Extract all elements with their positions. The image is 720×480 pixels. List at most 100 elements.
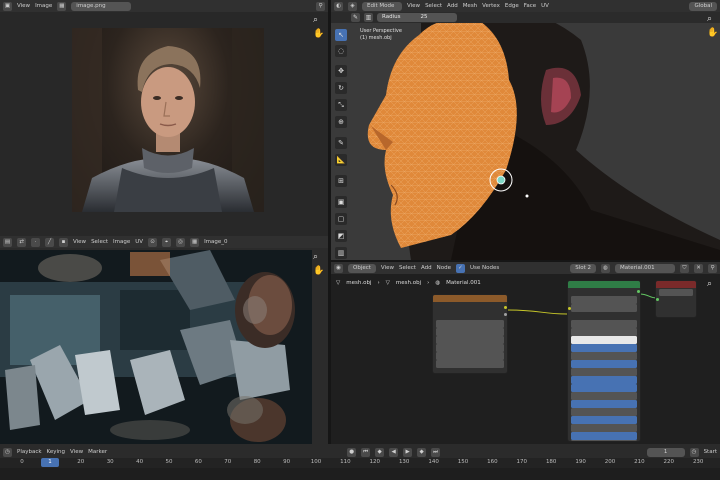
image-texture-node[interactable] xyxy=(432,294,508,374)
playhead-indicator[interactable]: 1 xyxy=(41,458,59,467)
timeline-menu-view[interactable]: View xyxy=(70,449,83,455)
select-tool-icon[interactable]: ↖ xyxy=(335,29,347,41)
next-key-icon[interactable]: ◆ xyxy=(417,447,427,457)
ior-field[interactable] xyxy=(571,440,637,441)
material-output-node[interactable] xyxy=(655,280,697,318)
bsdf-output-socket[interactable] xyxy=(637,290,640,293)
image-browse-icon[interactable]: ▦ xyxy=(57,1,67,11)
snap-icon[interactable]: ⌖ xyxy=(162,237,172,247)
image-name-field[interactable]: image.png xyxy=(71,1,132,11)
pivot-icon[interactable]: ⊙ xyxy=(148,237,158,247)
mode-icon[interactable]: ◈ xyxy=(348,1,357,11)
viewport-menu-view[interactable]: View xyxy=(407,3,420,9)
uv-image-browse-icon[interactable]: ▦ xyxy=(190,237,200,247)
viewport-menu-vertex[interactable]: Vertex xyxy=(482,3,500,9)
brush-icon[interactable]: ✎ xyxy=(351,13,360,22)
anisotropic-field[interactable] xyxy=(571,392,637,400)
principled-bsdf-node[interactable] xyxy=(567,280,641,442)
viewport-menu-uv[interactable]: UV xyxy=(541,3,549,9)
output-target-dropdown[interactable] xyxy=(659,288,693,296)
viewport-menu-edge[interactable]: Edge xyxy=(505,3,519,9)
bevel-tool-icon[interactable]: ◩ xyxy=(335,230,347,242)
timeline-menu-marker[interactable]: Marker xyxy=(88,449,107,455)
interpolation-dropdown[interactable] xyxy=(436,328,504,336)
loopcut-tool-icon[interactable]: ▥ xyxy=(335,247,347,259)
record-icon[interactable]: ● xyxy=(347,447,357,457)
edge-select-icon[interactable]: ╱ xyxy=(45,237,54,247)
viewport-zoom-icon[interactable]: ⌕ xyxy=(707,14,712,24)
mode-dropdown[interactable]: Edit Mode xyxy=(362,1,402,11)
uv-menu-view[interactable]: View xyxy=(73,239,86,245)
jump-end-icon[interactable]: ⏭ xyxy=(431,447,441,457)
surface-input-socket[interactable] xyxy=(656,298,659,301)
move-tool-icon[interactable]: ✥ xyxy=(335,65,347,77)
tool-hand-icon[interactable]: ✋ xyxy=(313,29,324,39)
menu-image[interactable]: Image xyxy=(35,3,52,9)
subsurface-field[interactable] xyxy=(571,320,637,328)
jump-start-icon[interactable]: ⏮ xyxy=(361,447,371,457)
viewport-menu-select[interactable]: Select xyxy=(425,3,442,9)
scale-tool-icon[interactable]: ⤡ xyxy=(335,99,347,111)
distribution-dropdown[interactable] xyxy=(571,296,637,304)
subsurface-anisotropy-field[interactable] xyxy=(571,352,637,360)
timeline-menu-keying[interactable]: Keying xyxy=(47,449,65,455)
current-frame-field[interactable]: 1 xyxy=(646,447,685,457)
timeline-menu-playback[interactable]: Playback xyxy=(17,449,42,455)
extension-dropdown[interactable] xyxy=(436,344,504,352)
specular-tint-field[interactable] xyxy=(571,376,637,384)
alpha-output-socket[interactable] xyxy=(504,313,507,316)
viewport-hand-icon[interactable]: ✋ xyxy=(707,28,718,38)
color-output-socket[interactable] xyxy=(504,306,507,309)
brush-settings-icon[interactable]: ▥ xyxy=(364,13,373,22)
orientation-dropdown[interactable]: Global xyxy=(689,1,717,11)
uv-sync-icon[interactable]: ⇄ xyxy=(17,237,26,247)
add-cube-tool-icon[interactable]: ⊞ xyxy=(335,175,347,187)
timeline-type-icon[interactable]: ◷ xyxy=(3,447,12,457)
specular-field[interactable] xyxy=(571,368,637,376)
editor-type-icon[interactable]: ▣ xyxy=(3,1,12,11)
clearcoat-roughness-field[interactable] xyxy=(571,432,637,440)
prev-key-icon[interactable]: ◆ xyxy=(375,447,385,457)
anisotropic-rotation-field[interactable] xyxy=(571,400,637,408)
sheen-tint-field[interactable] xyxy=(571,416,637,424)
viewport-menu-add[interactable]: Add xyxy=(447,3,458,9)
viewport-menu-face[interactable]: Face xyxy=(524,3,536,9)
start-frame-label[interactable]: Start xyxy=(704,449,717,455)
play-reverse-icon[interactable]: ◀ xyxy=(389,447,399,457)
base-color-input-socket[interactable] xyxy=(568,307,571,310)
image-texture-node-header[interactable] xyxy=(433,295,507,302)
rotate-tool-icon[interactable]: ↻ xyxy=(335,82,347,94)
inset-tool-icon[interactable]: ▢ xyxy=(335,213,347,225)
play-icon[interactable]: ▶ xyxy=(403,447,413,457)
uv-editor-type-icon[interactable]: ▤ xyxy=(3,237,12,247)
metallic-field[interactable] xyxy=(571,360,637,368)
viewport-type-icon[interactable]: ◐ xyxy=(334,1,343,11)
subsurface-method-dropdown[interactable] xyxy=(571,304,637,312)
subsurface-ior-field[interactable] xyxy=(571,344,637,352)
principled-bsdf-node-header[interactable] xyxy=(568,281,640,288)
image-texture-datablock[interactable] xyxy=(436,320,504,328)
measure-tool-icon[interactable]: 📐 xyxy=(335,154,347,166)
menu-view[interactable]: View xyxy=(17,3,30,9)
subsurface-color-field[interactable] xyxy=(571,336,637,344)
pin-icon[interactable]: ⚲ xyxy=(316,1,325,11)
material-output-node-header[interactable] xyxy=(656,281,696,288)
clearcoat-field[interactable] xyxy=(571,424,637,432)
uv-menu-uv[interactable]: UV xyxy=(135,239,143,245)
subsurface-radius-field[interactable] xyxy=(571,328,637,336)
uv-zoom-icon[interactable]: ⌕ xyxy=(313,252,318,262)
extrude-tool-icon[interactable]: ▣ xyxy=(335,196,347,208)
radius-field[interactable]: Radius 25 xyxy=(377,13,457,22)
uv-menu-image[interactable]: Image xyxy=(113,239,130,245)
uv-image-name[interactable]: Image_0 xyxy=(204,239,227,245)
vertex-select-icon[interactable]: · xyxy=(31,237,40,247)
tool-zoom-icon[interactable]: ⌕ xyxy=(313,15,318,25)
cursor-tool-icon[interactable]: ◌ xyxy=(335,45,347,57)
transform-tool-icon[interactable]: ⊕ xyxy=(335,116,347,128)
uv-hand-icon[interactable]: ✋ xyxy=(313,266,324,276)
sheen-field[interactable] xyxy=(571,408,637,416)
viewport-menu-mesh[interactable]: Mesh xyxy=(463,3,477,9)
annotate-tool-icon[interactable]: ✎ xyxy=(335,137,347,149)
source-dropdown[interactable] xyxy=(436,352,504,360)
color-space-dropdown[interactable] xyxy=(436,360,504,368)
